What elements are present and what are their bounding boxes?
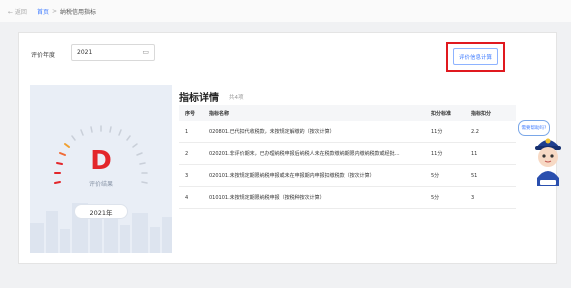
breadcrumb-current: 纳税信用指标 bbox=[59, 8, 96, 16]
cell-name: 020801.已代扣代收税款，未按规定解缴的（按次计算） bbox=[209, 121, 431, 143]
cell-name: 020201.非评价期末，已办理纳税申报后纳税人未在税款缴纳期限内缴纳税款或经批… bbox=[209, 142, 431, 165]
grade-letter: D bbox=[90, 146, 112, 176]
cell-name: 010101.未按规定期限纳税申报（按税种按次计算） bbox=[209, 186, 431, 209]
cell-standard: 11分 bbox=[431, 121, 471, 143]
table-row: 1 020801.已代扣代收税款，未按规定解缴的（按次计算） 11分 2.2 bbox=[179, 121, 516, 143]
grade-year: 2021年 bbox=[74, 204, 128, 219]
col-header-standard: 扣分标准 bbox=[431, 105, 471, 121]
table-header-row: 序号 指标名称 扣分标准 指标扣分 bbox=[179, 105, 516, 121]
cell-name: 020101.未按规定期限纳税申报或未在申报期内申报扣缴税款（按次计算） bbox=[209, 164, 431, 187]
cell-deduction: 11 bbox=[471, 142, 516, 165]
year-value: 2021 bbox=[77, 49, 93, 56]
col-header-name: 指标名称 bbox=[209, 105, 431, 121]
cell-standard: 11分 bbox=[431, 142, 471, 165]
breadcrumb-home[interactable]: 首页 bbox=[37, 7, 49, 16]
year-label: 评价年度 bbox=[31, 52, 56, 59]
cell-index: 2 bbox=[179, 142, 209, 165]
breadcrumb: ← 返回 首页 > 纳税信用指标 bbox=[0, 0, 571, 22]
table-row: 2 020201.非评价期末，已办理纳税申报后纳税人未在税款缴纳期限内缴纳税款或… bbox=[179, 142, 516, 165]
cell-index: 3 bbox=[179, 164, 209, 187]
breadcrumb-separator: > bbox=[51, 7, 57, 15]
back-link[interactable]: ← 返回 bbox=[8, 7, 27, 16]
col-header-deduction: 指标扣分 bbox=[471, 105, 516, 121]
col-header-index: 序号 bbox=[179, 105, 209, 121]
cell-index: 1 bbox=[179, 121, 209, 143]
calendar-icon: ▭ bbox=[142, 48, 149, 56]
table-row: 3 020101.未按规定期限纳税申报或未在申报期内申报扣缴税款（按次计算） 5… bbox=[179, 164, 516, 187]
calc-button[interactable]: 评价信息计算 bbox=[453, 48, 498, 65]
main-card: 评价年度 2021 ▭ 评价信息计算 D 评价结果 2021年 指标详情 共4项… bbox=[18, 32, 557, 264]
cell-deduction: 3 bbox=[471, 186, 516, 209]
grade-panel: D 评价结果 2021年 bbox=[30, 85, 172, 253]
grade-label: 评价结果 bbox=[88, 181, 113, 188]
indicator-table: 序号 指标名称 扣分标准 指标扣分 1 020801.已代扣代收税款，未按规定解… bbox=[179, 105, 516, 209]
details-count: 共4项 bbox=[229, 95, 244, 101]
assistant-mascot-icon[interactable] bbox=[528, 130, 568, 188]
table-row: 4 010101.未按规定期限纳税申报（按税种按次计算） 5分 3 bbox=[179, 186, 516, 209]
cell-index: 4 bbox=[179, 186, 209, 209]
cell-deduction: 2.2 bbox=[471, 121, 516, 143]
year-picker[interactable]: 2021 ▭ bbox=[71, 44, 155, 61]
cell-standard: 5分 bbox=[431, 164, 471, 187]
cell-standard: 5分 bbox=[431, 186, 471, 209]
cell-deduction: 51 bbox=[471, 164, 516, 187]
details-title: 指标详情 bbox=[179, 93, 219, 104]
